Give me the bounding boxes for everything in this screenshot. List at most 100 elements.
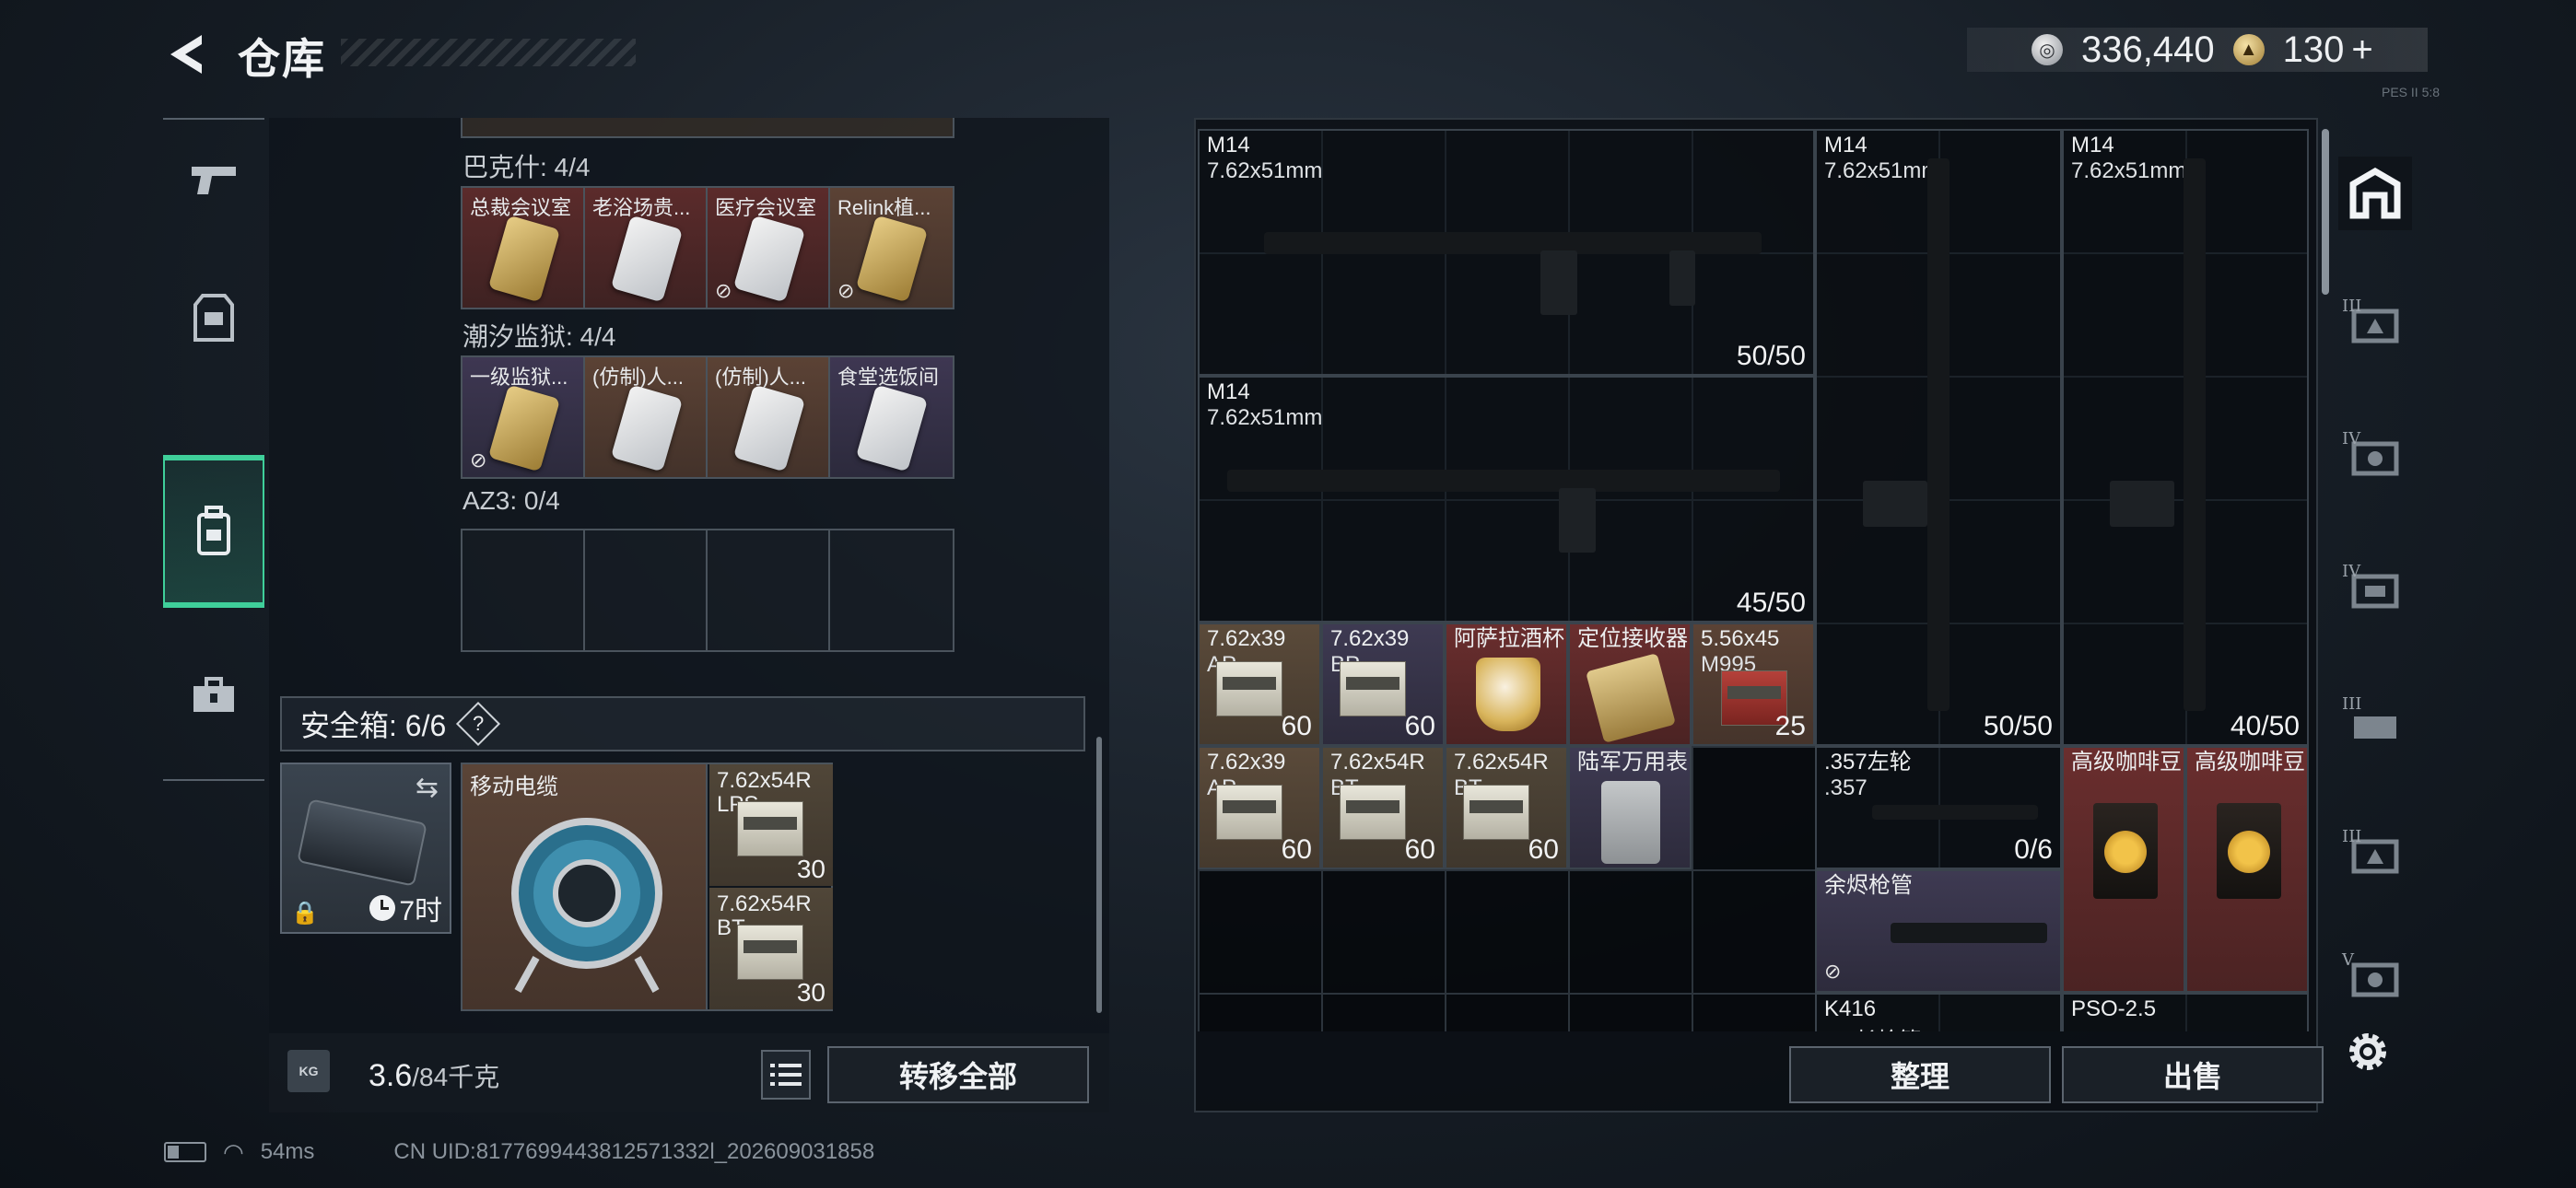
item-name: 7.62x54R bbox=[717, 891, 812, 916]
stash-tab-3b[interactable]: III bbox=[2338, 687, 2412, 761]
weight-current: 3.6 bbox=[369, 1058, 413, 1093]
cable-reel-item[interactable]: 移动电缆 bbox=[463, 764, 708, 1009]
stash-home-icon bbox=[2349, 168, 2401, 219]
armor-icon bbox=[193, 294, 234, 342]
list-view-button[interactable] bbox=[761, 1050, 811, 1100]
ammo-item[interactable]: 7.62x54R BT 60 bbox=[1321, 746, 1445, 869]
item-name: 老浴场贵... bbox=[592, 196, 691, 219]
item-name: 医疗会议室 bbox=[715, 196, 817, 219]
keycard-icon bbox=[610, 384, 684, 472]
coffee-item[interactable]: 高级咖啡豆 bbox=[2185, 746, 2309, 993]
add-currency-button[interactable]: + bbox=[2351, 29, 2372, 71]
weapon-item-m14[interactable]: M14 7.62x51mm 40/50 bbox=[2062, 129, 2309, 746]
scope-item-partial[interactable]: PSO-2.5 bbox=[2062, 993, 2309, 1031]
ammo-box-icon bbox=[737, 801, 803, 856]
multimeter-icon bbox=[1601, 781, 1660, 864]
item-name: 高级咖啡豆 bbox=[2195, 750, 2305, 775]
keycard-item[interactable]: 一级监狱... ⊘ bbox=[463, 357, 585, 477]
safe-box-label: 安全箱: 6/6 bbox=[300, 709, 447, 742]
stash-scrollbar[interactable] bbox=[2322, 129, 2329, 295]
nav-backpack[interactable] bbox=[163, 455, 264, 608]
empty-slot[interactable] bbox=[585, 530, 708, 650]
left-nav bbox=[163, 118, 264, 781]
weapon-item-m14[interactable]: M14 7.62x51mm 50/50 bbox=[1198, 129, 1815, 376]
keycard-item[interactable]: 医疗会议室 ⊘ bbox=[708, 188, 830, 308]
stash-grid[interactable]: M14 7.62x51mm 50/50 M14 7.62x51mm 45/50 … bbox=[1198, 129, 2309, 1031]
keycard-item[interactable]: (仿制)人... bbox=[708, 357, 830, 477]
rifle-icon bbox=[1927, 158, 1950, 711]
gear-icon[interactable] bbox=[2340, 1024, 2395, 1079]
nav-equipment[interactable] bbox=[163, 267, 264, 368]
weapon-item-m14[interactable]: M14 7.62x51mm 45/50 bbox=[1198, 376, 1815, 623]
ammo-box-icon bbox=[737, 925, 803, 980]
valuable-item[interactable]: 阿萨拉酒杯 bbox=[1445, 623, 1568, 746]
ammo-item[interactable]: 7.62x39 AP 60 bbox=[1198, 746, 1321, 869]
nav-toolbox[interactable] bbox=[163, 645, 264, 746]
safe-box-items: 移动电缆 7.62x54R LPS 30 7.62x54R BT 30 bbox=[461, 763, 833, 1011]
keycard-item[interactable]: 总裁会议室 bbox=[463, 188, 585, 308]
keycard-item[interactable]: 食堂选饭间 bbox=[830, 357, 953, 477]
ammo-item[interactable]: 7.62x54R BT 30 bbox=[709, 888, 833, 1009]
stash-tab-3c[interactable]: III bbox=[2338, 820, 2412, 893]
item-name: M14 bbox=[2071, 133, 2114, 157]
stash-tab-3[interactable]: III bbox=[2338, 289, 2412, 363]
empty-slot[interactable] bbox=[830, 530, 953, 650]
ammo-item[interactable]: 7.62x39 BP 60 bbox=[1321, 623, 1445, 746]
silver-coin-icon: ◎ bbox=[2032, 34, 2063, 65]
rifle-icon bbox=[2184, 158, 2206, 711]
keycard-row-az3 bbox=[461, 529, 954, 652]
help-icon[interactable]: ? bbox=[456, 701, 501, 747]
item-name: 陆军万用表 bbox=[1577, 750, 1688, 775]
previous-row-edge bbox=[461, 118, 954, 138]
no-link-icon: ⊘ bbox=[715, 279, 732, 302]
barrel-item-partial[interactable]: K416 AR长枪管 bbox=[1815, 993, 2062, 1031]
item-caliber: 7.62x51mm bbox=[2071, 158, 2187, 183]
ammo-item[interactable]: 7.62x39 AP 60 bbox=[1198, 623, 1321, 746]
empty-slot[interactable] bbox=[463, 530, 585, 650]
keycard-item[interactable]: Relink植... ⊘ bbox=[830, 188, 953, 308]
magazine-shape bbox=[1863, 481, 1927, 527]
sell-button[interactable]: 出售 bbox=[2062, 1046, 2324, 1103]
item-count: 45/50 bbox=[1736, 588, 1806, 618]
valuable-item[interactable]: 定位接收器 bbox=[1568, 623, 1692, 746]
ammo-box-icon bbox=[1216, 785, 1282, 840]
barrel-item[interactable]: 余烬枪管 ⊘ bbox=[1815, 869, 2062, 993]
stash-box-icon bbox=[2351, 962, 2399, 997]
revolver-item[interactable]: .357左轮 .357 0/6 bbox=[1815, 746, 2062, 869]
swap-icon[interactable]: ⇆ bbox=[416, 772, 439, 804]
item-count: 50/50 bbox=[1983, 711, 2053, 741]
tool-item[interactable]: 陆军万用表 bbox=[1568, 746, 1692, 869]
item-name: .357左轮 bbox=[1824, 750, 1912, 775]
item-count: 60 bbox=[1281, 711, 1312, 741]
currency-bar: ◎ 336,440 ▲ 130 + bbox=[1967, 28, 2428, 72]
weight-icon: KG bbox=[287, 1050, 330, 1092]
item-name: 一级监狱... bbox=[470, 366, 568, 389]
barrel-icon bbox=[1891, 923, 2047, 943]
ammo-item[interactable]: 5.56x45 M995 25 bbox=[1692, 623, 1815, 746]
goblet-icon bbox=[1476, 658, 1540, 731]
item-count: 50/50 bbox=[1736, 341, 1806, 371]
clock-icon bbox=[369, 895, 396, 921]
keycard-item[interactable]: (仿制)人... bbox=[585, 357, 708, 477]
keycard-item[interactable]: 老浴场贵... bbox=[585, 188, 708, 308]
revolver-icon bbox=[1872, 805, 2038, 820]
stash-tab-all[interactable] bbox=[2338, 157, 2412, 230]
keycard-row-tidal-prison: 一级监狱... ⊘ (仿制)人... (仿制)人... 食堂选饭间 bbox=[461, 355, 954, 479]
safe-box-slot[interactable]: ⇆ 🔒 7时 bbox=[280, 763, 451, 934]
ammo-item[interactable]: 7.62x54R LPS 30 bbox=[709, 764, 833, 886]
empty-slot[interactable] bbox=[708, 530, 830, 650]
ammo-item[interactable]: 7.62x54R BT 60 bbox=[1445, 746, 1568, 869]
nav-weapons[interactable] bbox=[163, 129, 264, 230]
tab-tier: III bbox=[2342, 694, 2362, 714]
transfer-all-button[interactable]: 转移全部 bbox=[827, 1046, 1089, 1103]
item-count: 30 bbox=[796, 978, 825, 1007]
sort-button[interactable]: 整理 bbox=[1789, 1046, 2051, 1103]
back-button[interactable] bbox=[161, 28, 215, 81]
weapon-item-m14[interactable]: M14 7.62x51mm 50/50 bbox=[1815, 129, 2062, 746]
stash-tab-5[interactable]: V bbox=[2338, 943, 2412, 1017]
backpack-scrollbar[interactable] bbox=[1096, 737, 1102, 1013]
coffee-item[interactable]: 高级咖啡豆 bbox=[2062, 746, 2185, 993]
stash-tab-4b[interactable]: IV bbox=[2338, 554, 2412, 628]
item-name: 定位接收器 bbox=[1577, 626, 1688, 651]
stash-tab-4a[interactable]: IV bbox=[2338, 422, 2412, 495]
